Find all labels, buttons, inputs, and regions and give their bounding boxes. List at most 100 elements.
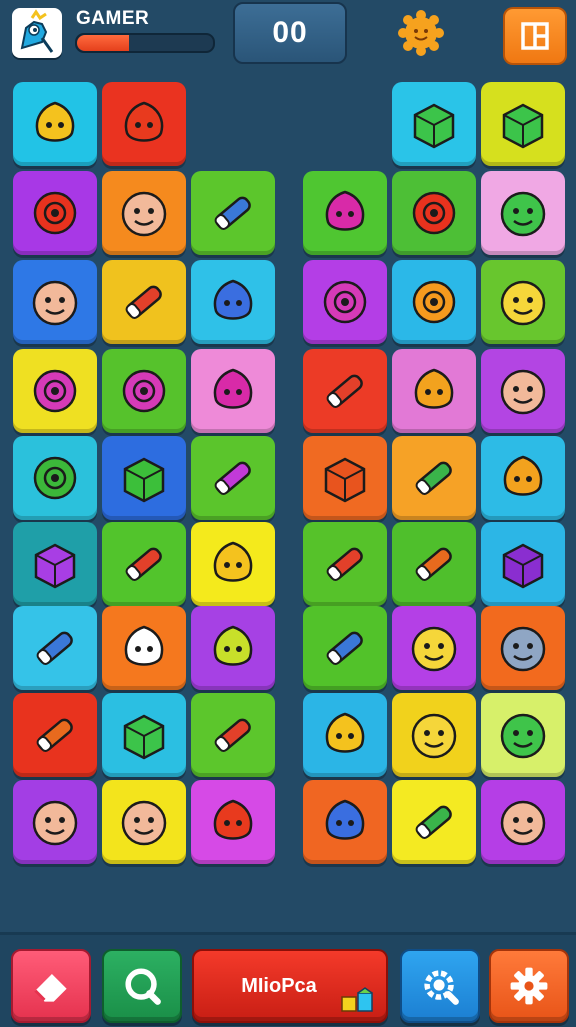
board-tile[interactable]: [481, 349, 565, 433]
virus-icon: [33, 456, 77, 500]
board-tile[interactable]: [13, 82, 97, 166]
board-tile[interactable]: [13, 693, 97, 777]
board-tile[interactable]: [392, 260, 476, 344]
board-tile[interactable]: [481, 171, 565, 255]
board-tile[interactable]: [481, 606, 565, 690]
clock-face-icon: [411, 713, 457, 759]
magnifier-icon: [125, 968, 161, 1005]
eraser-icon: [214, 461, 251, 495]
search-button[interactable]: [102, 949, 182, 1023]
board-tile[interactable]: [191, 606, 275, 690]
board-tile[interactable]: [102, 82, 186, 166]
alien-icon: [500, 713, 546, 759]
mummy-icon: [32, 800, 78, 846]
board-tile[interactable]: [191, 171, 275, 255]
bubbles-icon: [122, 369, 166, 413]
board-tile[interactable]: [102, 780, 186, 864]
gift-boxes-icon: [341, 987, 373, 1012]
bottom-toolbar: MIioPca: [0, 932, 576, 1027]
chalk-icon: [214, 718, 251, 752]
board-tile[interactable]: [102, 693, 186, 777]
cookie-icon: [411, 626, 457, 672]
settings-button[interactable]: [489, 949, 569, 1023]
capsule-icon: [326, 547, 363, 581]
board-tile[interactable]: [13, 780, 97, 864]
board-tile[interactable]: [102, 171, 186, 255]
eraser-icon: [34, 974, 67, 1002]
board-tile[interactable]: [13, 436, 97, 520]
board-tile[interactable]: [13, 349, 97, 433]
zoom-button[interactable]: [400, 949, 480, 1023]
no-sign-icon: [412, 191, 456, 235]
fire-creature-icon: [124, 101, 164, 142]
canister-icon: [502, 543, 544, 589]
board-tile[interactable]: [13, 260, 97, 344]
board-tile[interactable]: [191, 260, 275, 344]
board-tile[interactable]: [392, 171, 476, 255]
board-tile[interactable]: [392, 780, 476, 864]
cube-icon: [123, 714, 165, 760]
board-tile[interactable]: [392, 522, 476, 606]
wrench-icon: [415, 547, 452, 581]
eraser-tool-button[interactable]: [11, 949, 91, 1023]
trash-can-icon: [413, 103, 455, 149]
board-tile[interactable]: [481, 522, 565, 606]
board-tile[interactable]: [303, 693, 387, 777]
board-tile[interactable]: [303, 780, 387, 864]
dragon-icon: [503, 455, 543, 496]
ring-icon: [323, 280, 367, 324]
board-tile[interactable]: [191, 693, 275, 777]
old-man-icon: [121, 800, 167, 846]
board-tile[interactable]: [392, 82, 476, 166]
board-tile[interactable]: [191, 349, 275, 433]
egg-red-icon: [325, 712, 365, 753]
smiley-icon: [500, 280, 546, 326]
badge-icon: [213, 368, 253, 409]
board-tile[interactable]: [392, 349, 476, 433]
board-tile[interactable]: [13, 171, 97, 255]
board-tile[interactable]: [481, 780, 565, 864]
blob-face-icon: [32, 280, 78, 326]
board-tile[interactable]: [481, 436, 565, 520]
board-tile[interactable]: [392, 436, 476, 520]
pen-icon: [36, 631, 73, 665]
board-tile[interactable]: [303, 171, 387, 255]
torch-icon: [326, 374, 363, 408]
board-tile[interactable]: [191, 436, 275, 520]
board-tile[interactable]: [191, 780, 275, 864]
board-tile[interactable]: [102, 349, 186, 433]
board-tile[interactable]: [481, 260, 565, 344]
board-tile[interactable]: [303, 349, 387, 433]
shield-icon: [35, 101, 75, 142]
board-tile[interactable]: [392, 693, 476, 777]
tile-board: [0, 0, 576, 900]
board-tile[interactable]: [303, 260, 387, 344]
sun-icon: [412, 280, 456, 324]
alien-blob-icon: [500, 191, 546, 237]
berry-icon: [325, 190, 365, 231]
board-tile[interactable]: [481, 693, 565, 777]
board-tile[interactable]: [392, 606, 476, 690]
board-tile[interactable]: [303, 436, 387, 520]
board-tile[interactable]: [13, 606, 97, 690]
board-tile[interactable]: [102, 436, 186, 520]
egg-icon: [213, 541, 253, 582]
board-tile[interactable]: [102, 522, 186, 606]
gear-icon: [510, 967, 548, 1005]
girl-face-icon: [500, 369, 546, 415]
board-tile[interactable]: [13, 522, 97, 606]
play-button[interactable]: MIioPca: [192, 949, 388, 1023]
clown-icon: [121, 191, 167, 237]
board-tile[interactable]: [481, 82, 565, 166]
board-tile[interactable]: [102, 260, 186, 344]
battery-icon: [326, 631, 363, 665]
bag-icon: [324, 457, 366, 503]
glue-stick-icon: [415, 461, 452, 495]
play-button-label: MIioPca: [241, 974, 317, 997]
board-tile[interactable]: [102, 606, 186, 690]
leaf-icon: [414, 368, 454, 409]
moon-icon: [500, 626, 546, 672]
board-tile[interactable]: [303, 522, 387, 606]
board-tile[interactable]: [191, 522, 275, 606]
board-tile[interactable]: [303, 606, 387, 690]
